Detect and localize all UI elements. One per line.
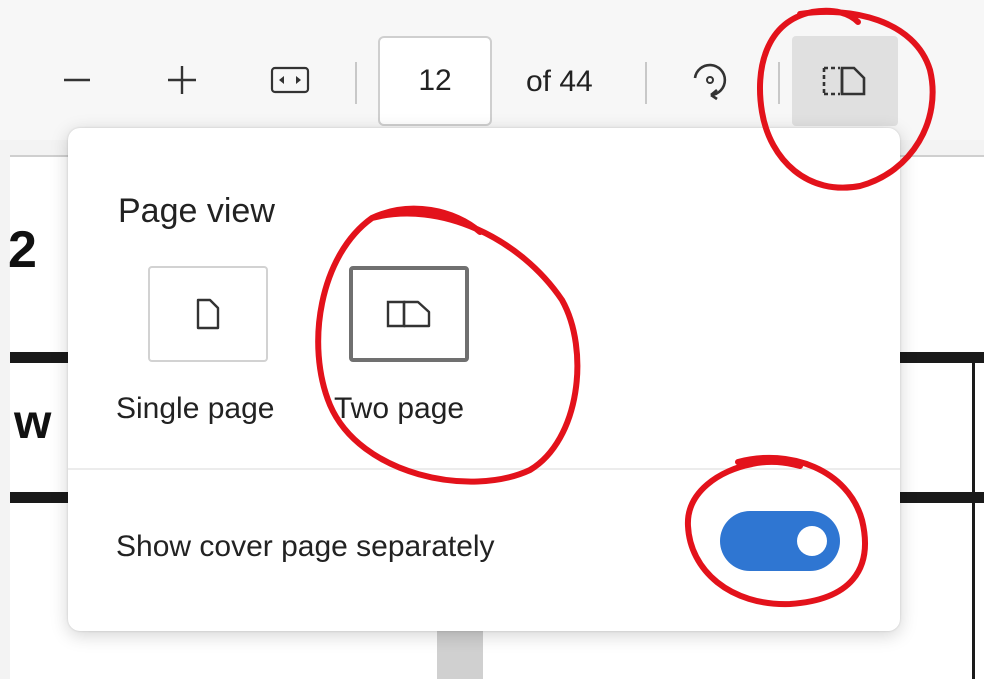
popup-title: Page view xyxy=(118,192,275,230)
page-number-input[interactable]: 12 xyxy=(378,36,492,126)
page-view-popup: Page view Single page Two page Show cove… xyxy=(68,128,900,631)
zoom-out-button[interactable] xyxy=(55,45,99,115)
document-text-fragment: w xyxy=(14,396,52,449)
page-count: of 44 xyxy=(526,65,593,98)
document-text-fragment: 2 xyxy=(8,221,37,279)
minus-icon xyxy=(64,78,90,82)
plus-icon xyxy=(168,66,196,94)
toolbar-separator xyxy=(778,62,780,104)
two-page-icon xyxy=(386,300,431,328)
two-page-option[interactable] xyxy=(349,266,469,362)
rotate-icon xyxy=(693,63,727,101)
current-page-value: 12 xyxy=(418,64,452,97)
toolbar-separator xyxy=(645,62,647,104)
zoom-in-button[interactable] xyxy=(158,45,206,115)
rotate-button[interactable] xyxy=(680,45,740,115)
two-page-label: Two page xyxy=(334,392,465,425)
fit-to-width-icon xyxy=(270,66,310,94)
pdf-toolbar: 12 of 44 xyxy=(0,0,984,140)
popup-divider xyxy=(68,468,900,470)
page-view-button[interactable] xyxy=(792,36,898,126)
toggle-knob xyxy=(797,526,827,556)
single-page-label: Single page xyxy=(116,392,275,425)
scrollbar-thumb[interactable] xyxy=(437,628,483,679)
document-vertical-line xyxy=(972,358,975,679)
fit-width-button[interactable] xyxy=(265,45,315,115)
toolbar-separator xyxy=(355,62,357,104)
single-page-option[interactable] xyxy=(148,266,268,362)
single-page-icon xyxy=(196,298,220,330)
two-page-view-icon xyxy=(822,66,866,96)
cover-page-label: Show cover page separately xyxy=(116,530,495,563)
cover-page-toggle[interactable] xyxy=(720,511,840,571)
